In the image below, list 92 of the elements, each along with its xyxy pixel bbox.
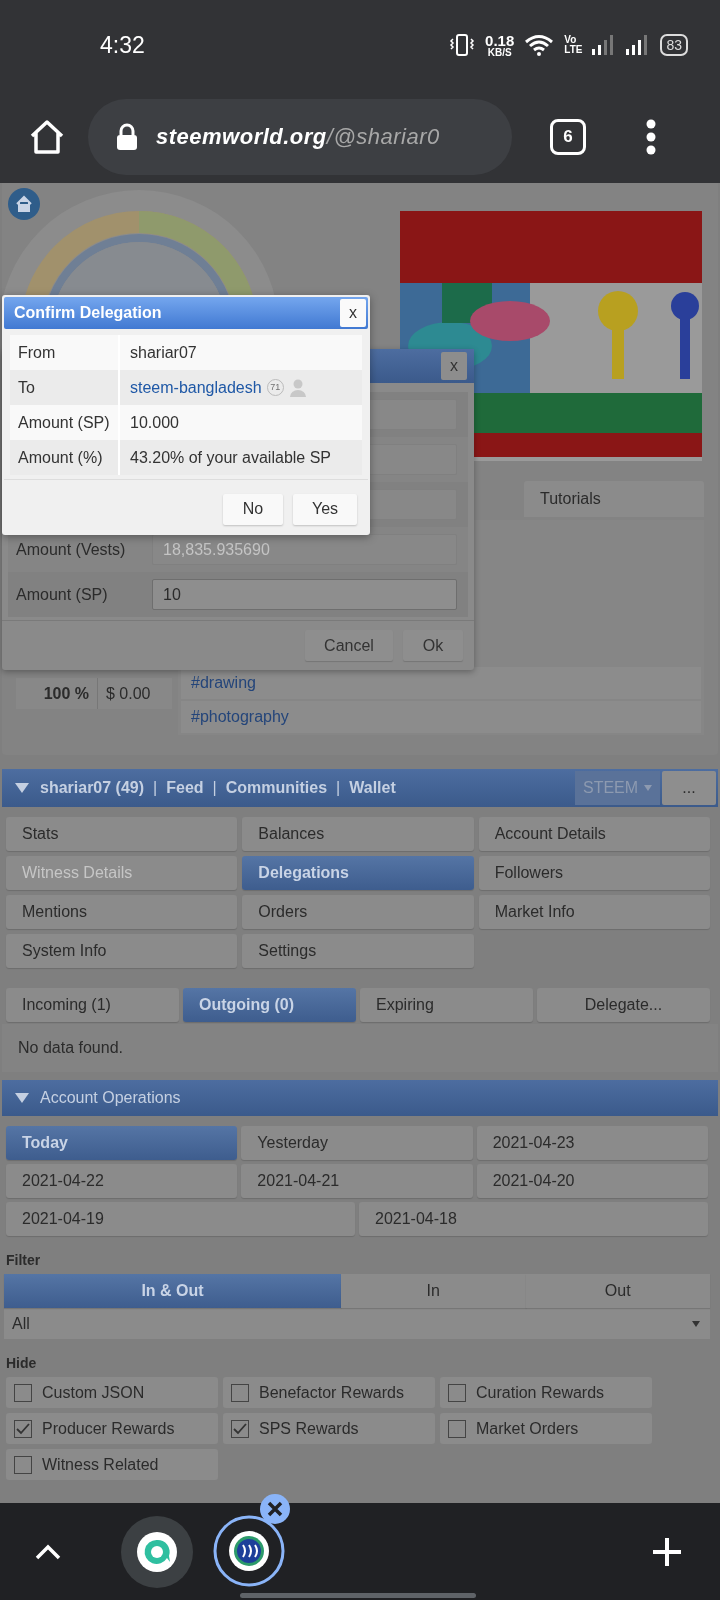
account-link[interactable]: steem-bangladesh: [130, 375, 262, 400]
checkbox[interactable]: [231, 1419, 249, 1438]
battery-level: 83: [660, 34, 688, 56]
field-value: shariar07: [130, 342, 197, 363]
dialog-button[interactable]: No: [223, 493, 283, 525]
tab[interactable]: Incoming (1): [6, 988, 179, 1022]
menu-button[interactable]: Settings: [242, 934, 474, 968]
tab-thumbnail-icon[interactable]: [213, 1492, 293, 1589]
date-button[interactable]: 2021-04-19: [6, 1202, 355, 1236]
section-title: Account Operations: [40, 1088, 181, 1108]
menu-button[interactable]: Stats: [6, 817, 238, 851]
menu-button[interactable]: Delegations: [242, 856, 474, 890]
vibrate-icon: [449, 33, 476, 57]
filter-label: Filter: [5, 1251, 42, 1270]
filter-button[interactable]: In: [341, 1274, 526, 1308]
caret-up-icon[interactable]: [35, 1543, 61, 1560]
tab-count-button[interactable]: 6: [550, 118, 586, 155]
tag-item[interactable]: #drawing: [181, 667, 701, 699]
separator: |: [212, 778, 217, 798]
field-value: 43.20% of your available SP: [130, 447, 331, 468]
collapse-icon[interactable]: [14, 1092, 30, 1104]
tab[interactable]: Outgoing (0): [183, 988, 356, 1022]
menu-button[interactable]: Market Info: [478, 895, 710, 929]
network-speed: 0.18 KB/S: [485, 32, 515, 58]
tab[interactable]: Expiring: [360, 988, 533, 1022]
date-button[interactable]: 2021-04-21: [241, 1164, 473, 1198]
date-button[interactable]: 2021-04-23: [476, 1126, 708, 1160]
filter-button[interactable]: Out: [525, 1274, 710, 1308]
menu-button[interactable]: Orders: [242, 895, 474, 929]
checkbox[interactable]: [14, 1383, 32, 1402]
menu-icon[interactable]: [646, 118, 656, 155]
dialog-title: Confirm Delegation: [14, 303, 162, 323]
nav-link[interactable]: Communities: [225, 776, 328, 800]
lock-icon: [116, 122, 138, 151]
checkbox-option[interactable]: Custom JSON: [6, 1377, 218, 1408]
checkbox-option[interactable]: Witness Related: [6, 1449, 218, 1480]
checkbox-option[interactable]: Benefactor Rewards: [223, 1377, 435, 1408]
section-header[interactable]: Account Operations: [2, 1080, 718, 1116]
date-button[interactable]: Yesterday: [241, 1126, 473, 1160]
collapse-icon[interactable]: [14, 782, 30, 794]
more-button[interactable]: ...: [662, 771, 716, 805]
checkbox-option[interactable]: Market Orders: [440, 1413, 652, 1444]
checkbox-option[interactable]: Curation Rewards: [440, 1377, 652, 1408]
field-value: 10.000: [130, 412, 179, 433]
volte-indicator: Vo LTE: [564, 35, 583, 55]
filter-button[interactable]: In & Out: [4, 1274, 341, 1308]
clock-time: 4:32: [100, 30, 145, 60]
nav-link[interactable]: Feed: [166, 776, 204, 800]
checkbox-option[interactable]: Producer Rewards: [6, 1413, 218, 1444]
field-label: Amount (Vests): [15, 539, 127, 560]
checkbox-option[interactable]: SPS Rewards: [223, 1413, 435, 1444]
checkbox[interactable]: [14, 1455, 32, 1474]
value-cell-text: $ 0.00: [105, 683, 151, 704]
tab-thumbnail-icon[interactable]: [121, 1515, 193, 1588]
menu-button[interactable]: Mentions: [6, 895, 238, 929]
input-field[interactable]: 10: [152, 579, 457, 610]
home-icon[interactable]: [28, 117, 66, 156]
menu-button[interactable]: Account Details: [478, 817, 710, 851]
field-label: Amount (%): [10, 440, 120, 475]
dialog-button[interactable]: Cancel: [305, 630, 393, 661]
checkbox[interactable]: [448, 1383, 466, 1402]
tag-item[interactable]: #photography: [181, 701, 701, 733]
close-button[interactable]: x: [441, 352, 467, 380]
checkbox[interactable]: [231, 1383, 249, 1402]
date-button[interactable]: Today: [6, 1126, 238, 1160]
dialog-button[interactable]: Yes: [293, 493, 357, 525]
type-dropdown[interactable]: All: [4, 1308, 710, 1339]
percent-cell: 100 %: [16, 678, 98, 709]
date-button[interactable]: 2021-04-22: [6, 1164, 238, 1198]
menu-button[interactable]: System Info: [6, 934, 238, 968]
separator: |: [153, 778, 158, 798]
hide-label: Hide: [5, 1354, 38, 1373]
menu-button[interactable]: Followers: [478, 856, 710, 890]
tab[interactable]: Delegate...: [537, 988, 710, 1022]
empty-message: No data found.: [18, 1038, 123, 1058]
caret-icon[interactable]: [692, 1320, 700, 1327]
wifi-icon: [524, 34, 555, 56]
tab[interactable]: Tutorials: [524, 481, 704, 517]
checkbox[interactable]: [14, 1419, 32, 1438]
close-button[interactable]: x: [340, 299, 366, 327]
date-button[interactable]: 2021-04-20: [476, 1164, 708, 1198]
address-bar[interactable]: steemworld.org/@shariar0: [88, 98, 512, 175]
menu-button[interactable]: Balances: [242, 817, 474, 851]
field-label: Amount (SP): [15, 584, 109, 605]
date-button[interactable]: 2021-04-18: [359, 1202, 708, 1236]
nav-link[interactable]: shariar07 (49): [40, 776, 145, 800]
checkbox[interactable]: [448, 1419, 466, 1438]
url-text: steemworld.org/@shariar0: [156, 123, 440, 151]
plus-icon[interactable]: [652, 1536, 682, 1567]
dialog-button[interactable]: Ok: [403, 630, 463, 661]
nav-link[interactable]: Wallet: [349, 776, 396, 800]
separator: |: [336, 778, 341, 798]
